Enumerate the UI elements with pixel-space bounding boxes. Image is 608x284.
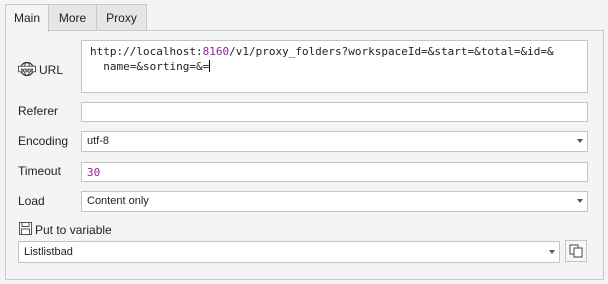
load-value: Content only [87,195,149,207]
url-value: http://localhost:8160/v1/proxy_folders?w… [90,44,584,74]
url-value-part2: /v1/proxy_folders?workspaceId=&start=&to… [229,45,554,58]
tab-more-label: More [58,11,87,25]
tab-proxy[interactable]: Proxy [96,4,147,31]
timeout-input[interactable]: 30 [81,162,588,182]
encoding-label: Encoding [18,134,69,148]
chevron-down-icon [577,139,583,143]
tab-more[interactable]: More [48,4,97,31]
put-to-variable-label: Put to variable [35,223,112,237]
tab-main-label: Main [13,11,40,25]
tab-main[interactable]: Main [5,4,49,32]
url-value-part1: http://localhost: [90,45,203,58]
tab-proxy-label: Proxy [106,11,137,25]
save-icon [19,222,32,235]
encoding-select[interactable]: utf-8 [81,131,588,152]
svg-text:www: www [21,68,34,73]
load-label: Load [18,194,45,208]
referer-input[interactable] [81,102,588,122]
variable-value: Listlistbad [24,246,73,258]
variable-select[interactable]: Listlistbad [18,241,560,263]
text-caret [209,60,211,72]
url-label: URL [39,63,64,77]
referer-label: Referer [18,104,59,118]
chevron-down-icon [549,250,555,254]
url-value-port: 8160 [202,45,230,58]
chevron-down-icon [577,199,583,203]
load-select[interactable]: Content only [81,191,588,212]
encoding-value: utf-8 [87,135,110,147]
url-value-line2: name=&sorting=&= [90,60,210,73]
timeout-label: Timeout [18,164,61,178]
copy-variable-button[interactable] [565,240,587,262]
copy-icon [569,244,583,258]
www-globe-icon: www [18,61,36,77]
